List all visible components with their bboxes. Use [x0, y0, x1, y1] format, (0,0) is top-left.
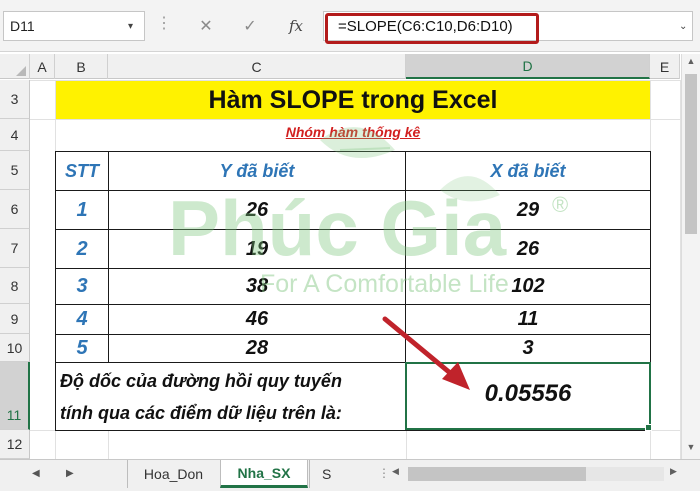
gridline: [406, 430, 407, 459]
row-header-4[interactable]: 4: [0, 119, 30, 151]
column-header-a[interactable]: A: [30, 54, 55, 79]
row-header-5[interactable]: 5: [0, 151, 30, 190]
sheet-tab-bar: ◀ ▶ Hoa_Don Nha_SX S ⋮ ◀ ▶: [0, 459, 700, 491]
sheet-tab-nha-sx[interactable]: Nha_SX: [220, 460, 308, 488]
select-all-icon: [16, 66, 26, 76]
cell-y-2[interactable]: 19: [109, 230, 405, 268]
row-header-8[interactable]: 8: [0, 268, 30, 304]
cell-x-4[interactable]: 11: [406, 305, 650, 334]
cell-x-5[interactable]: 3: [406, 335, 650, 362]
row-header-6[interactable]: 6: [0, 190, 30, 229]
cell-x-2[interactable]: 26: [406, 230, 650, 268]
scroll-up-icon[interactable]: ▲: [682, 56, 700, 70]
cell-stt-2[interactable]: 2: [56, 230, 108, 268]
sheet-title[interactable]: Hàm SLOPE trong Excel: [56, 81, 650, 119]
gridline: [30, 119, 680, 120]
cell-stt-3[interactable]: 3: [56, 269, 108, 304]
scroll-down-icon[interactable]: ▼: [682, 442, 700, 456]
vertical-scroll-thumb[interactable]: [685, 74, 697, 234]
column-header-b[interactable]: B: [55, 54, 108, 79]
cell-stt-1[interactable]: 1: [56, 191, 108, 229]
sheet-subtitle[interactable]: Nhóm hàm thống kê: [56, 124, 650, 140]
table-border: [55, 430, 651, 431]
sheet-tab-s[interactable]: S: [309, 460, 339, 488]
formula-bar-grip-icon[interactable]: ⋮: [156, 13, 173, 33]
cell-x-3[interactable]: 102: [406, 269, 650, 304]
result-label-line-1[interactable]: Độ dốc của đường hồi quy tuyến: [60, 371, 342, 392]
formula-bar: D11 ▾ ⋮ ✕ ✓ fx =SLOPE(C6:C10,D6:D10) ⌄: [0, 0, 700, 52]
column-header-e[interactable]: E: [650, 54, 680, 79]
column-header-d[interactable]: D: [406, 54, 650, 79]
cell-y-3[interactable]: 38: [109, 269, 405, 304]
name-box[interactable]: D11 ▾: [3, 11, 145, 41]
column-header-c[interactable]: C: [108, 54, 406, 79]
vertical-scrollbar[interactable]: ▲ ▼: [681, 54, 700, 459]
name-box-dropdown-icon[interactable]: ▾: [128, 21, 133, 32]
sheet-tab-hoa-don[interactable]: Hoa_Don: [127, 460, 219, 488]
formula-highlight-box: [325, 13, 539, 44]
name-box-value: D11: [10, 18, 35, 34]
cell-stt-4[interactable]: 4: [56, 305, 108, 334]
expand-formula-bar-icon[interactable]: ⌄: [679, 21, 687, 32]
previous-sheet-icon[interactable]: ◀: [32, 468, 40, 479]
cell-x-1[interactable]: 29: [406, 191, 650, 229]
tab-split-grip-icon[interactable]: ⋮: [378, 466, 390, 480]
next-sheet-icon[interactable]: ▶: [66, 468, 74, 479]
header-stt[interactable]: STT: [56, 152, 108, 190]
cancel-icon[interactable]: ✕: [192, 13, 220, 39]
cell-y-4[interactable]: 46: [109, 305, 405, 334]
scroll-left-icon[interactable]: ◀: [392, 466, 399, 477]
row-header-10[interactable]: 10: [0, 334, 30, 362]
leaf-vein: [339, 147, 391, 151]
row-header-9[interactable]: 9: [0, 304, 30, 334]
cell-y-1[interactable]: 26: [109, 191, 405, 229]
result-label-line-2[interactable]: tính qua các điểm dữ liệu trên là:: [60, 403, 342, 424]
cell-y-5[interactable]: 28: [109, 335, 405, 362]
row-header-11[interactable]: 11: [0, 362, 30, 430]
scroll-right-icon[interactable]: ▶: [670, 466, 677, 477]
select-all-button[interactable]: [0, 54, 30, 79]
row-header-12[interactable]: 12: [0, 430, 30, 459]
header-y[interactable]: Y đã biết: [109, 152, 405, 190]
result-value[interactable]: 0.05556: [406, 380, 650, 408]
formula-buttons: ✕ ✓ fx: [180, 11, 318, 41]
column-headers: A B C D E: [0, 54, 680, 79]
header-x[interactable]: X đã biết: [406, 152, 650, 190]
cell-stt-5[interactable]: 5: [56, 335, 108, 362]
fill-handle[interactable]: [645, 424, 652, 431]
insert-function-button[interactable]: fx: [282, 13, 310, 39]
row-header-3[interactable]: 3: [0, 80, 30, 119]
gridline: [108, 430, 109, 459]
horizontal-scroll-thumb[interactable]: [408, 467, 586, 481]
horizontal-scrollbar[interactable]: ◀ ▶: [392, 464, 682, 484]
enter-icon[interactable]: ✓: [236, 13, 264, 39]
row-header-7[interactable]: 7: [0, 229, 30, 268]
